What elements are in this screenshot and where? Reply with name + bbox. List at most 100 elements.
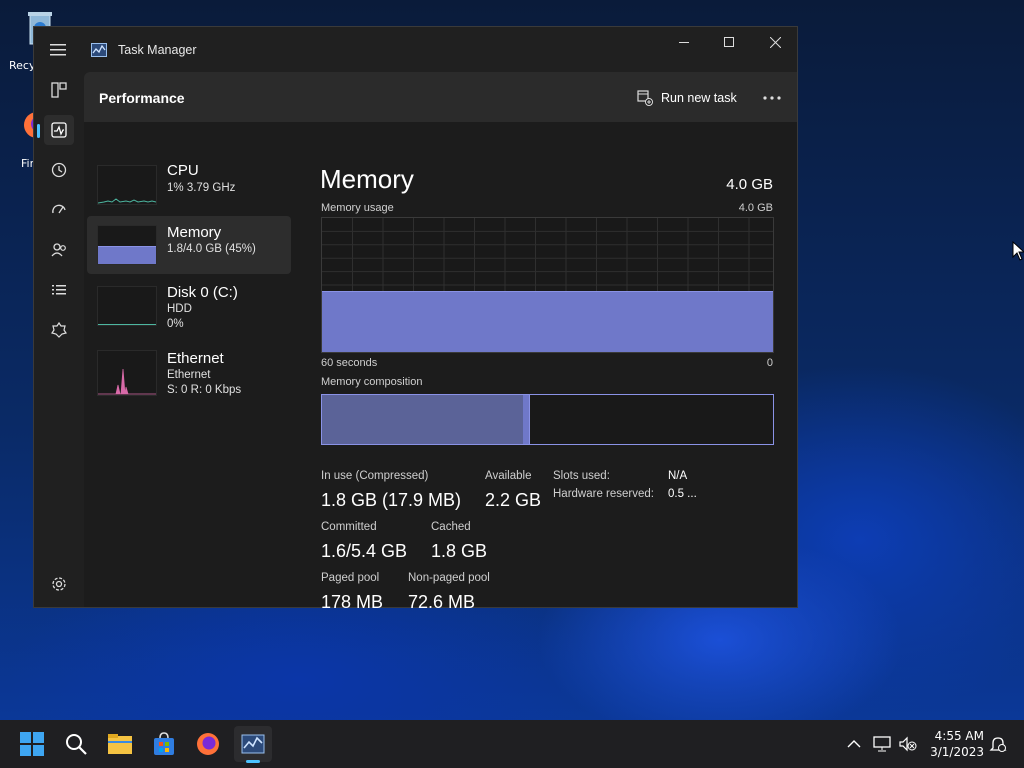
nav-app-history[interactable] <box>44 155 74 185</box>
file-explorer-button[interactable] <box>104 728 136 760</box>
notifications-button[interactable] <box>982 728 1014 760</box>
nav-processes[interactable] <box>44 75 74 105</box>
device-detail: Ethernet <box>167 369 211 381</box>
taskbar: 4:55 AM 3/1/2023 <box>0 720 1024 768</box>
startup-apps-icon <box>52 204 66 214</box>
in-use-label: In use (Compressed) <box>321 470 429 482</box>
clock[interactable]: 4:55 AM 3/1/2023 <box>928 728 984 760</box>
task-manager-icon <box>241 734 265 754</box>
details-icon <box>52 285 66 295</box>
hardware-reserved-label: Hardware reserved: <box>553 488 654 500</box>
device-detail-2: S: 0 R: 0 Kbps <box>167 384 242 396</box>
search-button[interactable] <box>60 728 92 760</box>
start-button[interactable] <box>16 728 48 760</box>
clock-date: 3/1/2023 <box>930 745 984 759</box>
clock-time: 4:55 AM <box>934 729 984 743</box>
device-name: CPU <box>167 162 199 179</box>
non-paged-pool-label: Non-paged pool <box>408 572 490 584</box>
device-item-cpu[interactable]: CPU 1% 3.79 GHz <box>87 156 291 214</box>
maximize-button[interactable] <box>706 27 752 57</box>
memory-usage-graph <box>321 217 774 353</box>
memory-thumbnail-fill <box>98 245 156 264</box>
volume-muted-icon <box>899 736 917 752</box>
memory-total: 4.0 GB <box>726 176 773 193</box>
notifications-icon <box>989 737 1007 752</box>
services-icon <box>51 322 67 338</box>
hardware-reserved-value: 0.5 ... <box>668 488 697 500</box>
close-icon <box>769 36 781 48</box>
minimize-button[interactable] <box>661 27 707 57</box>
available-label: Available <box>485 470 532 482</box>
nav-rail <box>34 71 84 607</box>
settings-icon <box>52 577 66 591</box>
hamburger-icon[interactable] <box>50 43 66 56</box>
nav-performance[interactable] <box>37 115 74 145</box>
paged-pool-label: Paged pool <box>321 572 380 584</box>
composition-in-use <box>322 395 523 444</box>
non-paged-pool-value: 72.6 MB <box>408 592 476 612</box>
device-item-memory[interactable]: Memory 1.8/4.0 GB (45%) <box>87 216 291 274</box>
graph-time-left: 60 seconds <box>321 357 378 369</box>
slots-used-value: N/A <box>668 470 688 482</box>
network-icon <box>873 736 891 752</box>
graph-time-right: 0 <box>766 357 773 369</box>
device-item-disk[interactable]: Disk 0 (C:) HDD 0% <box>87 276 291 334</box>
composition-modified <box>523 395 530 444</box>
processes-icon <box>51 82 67 98</box>
available-value: 2.2 GB <box>485 490 542 510</box>
committed-label: Committed <box>321 521 377 533</box>
paged-pool-value: 178 MB <box>321 592 384 612</box>
disk-thumbnail-baseline <box>98 324 156 325</box>
run-new-task-button[interactable]: Run new task <box>637 86 737 110</box>
device-name: Ethernet <box>167 350 224 367</box>
file-explorer-icon <box>108 734 132 754</box>
disk-thumbnail <box>97 286 157 326</box>
device-name: Memory <box>167 224 222 241</box>
microsoft-store-button[interactable] <box>148 728 180 760</box>
device-detail: HDD <box>167 303 192 315</box>
memory-usage-label: Memory usage <box>321 202 394 214</box>
device-detail: 1% 3.79 GHz <box>167 182 236 194</box>
users-icon <box>51 243 66 257</box>
app-history-icon <box>51 162 67 178</box>
title-bar[interactable]: Task Manager <box>34 27 797 71</box>
windows-logo-icon <box>20 732 44 756</box>
memory-usage-fill <box>322 290 773 352</box>
memory-composition-label: Memory composition <box>321 376 423 388</box>
more-options-icon <box>763 96 781 100</box>
nav-users[interactable] <box>44 235 74 265</box>
window-title: Task Manager <box>118 43 197 57</box>
close-button[interactable] <box>752 27 798 57</box>
cpu-sparkline <box>98 198 156 204</box>
nav-details[interactable] <box>44 275 74 305</box>
search-icon <box>66 734 87 755</box>
committed-value: 1.6/5.4 GB <box>321 541 408 561</box>
main-content: Performance Run new task CPU 1% 3.79 GHz… <box>84 72 797 612</box>
device-item-ethernet[interactable]: Ethernet Ethernet S: 0 R: 0 Kbps <box>87 344 291 402</box>
cpu-thumbnail <box>97 165 157 205</box>
in-use-value: 1.8 GB (17.9 MB) <box>321 490 462 510</box>
nav-services[interactable] <box>44 315 74 345</box>
ethernet-sparkline <box>98 368 156 395</box>
firefox-taskbar-button[interactable] <box>192 728 224 760</box>
maximize-icon <box>724 37 734 47</box>
nav-settings[interactable] <box>44 569 74 599</box>
task-manager-app-icon <box>91 43 107 62</box>
active-app-indicator <box>246 760 260 763</box>
recycle-bin-label: Recy <box>9 59 36 72</box>
device-detail: 1.8/4.0 GB (45%) <box>167 243 256 255</box>
memory-composition-bar <box>321 394 774 445</box>
mouse-cursor <box>1012 240 1024 265</box>
device-detail-2: 0% <box>167 318 184 330</box>
task-manager-taskbar-button[interactable] <box>234 726 272 763</box>
memory-thumbnail <box>97 225 157 265</box>
more-options-button[interactable] <box>758 84 786 112</box>
microsoft-store-icon <box>154 732 174 755</box>
page-title: Performance <box>99 90 185 106</box>
run-new-task-label: Run new task <box>661 91 737 105</box>
device-name: Disk 0 (C:) <box>167 284 238 301</box>
command-bar: Performance Run new task <box>84 72 797 122</box>
volume-button[interactable] <box>892 728 924 760</box>
minimize-icon <box>679 42 689 43</box>
nav-startup-apps[interactable] <box>44 195 74 225</box>
